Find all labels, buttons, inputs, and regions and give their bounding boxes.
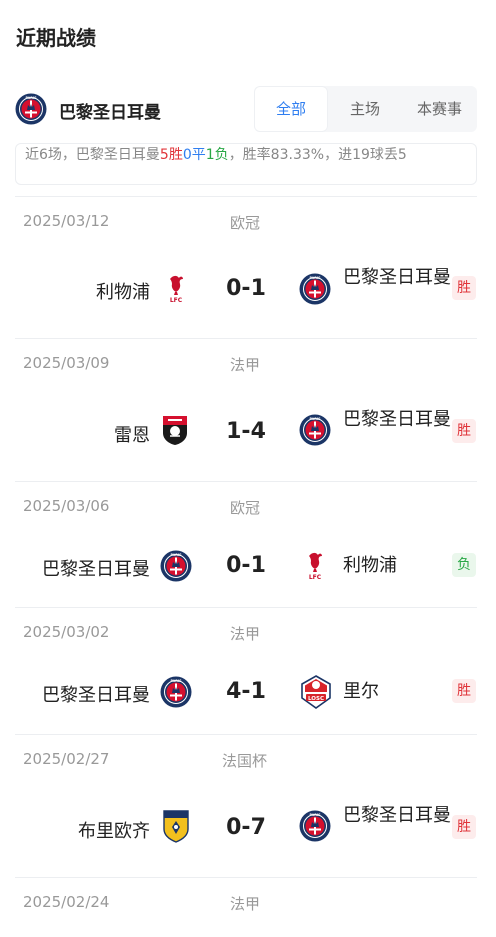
match-date: 2025/02/24 xyxy=(23,893,110,911)
record-summary: 近6场，巴黎圣日耳曼5胜0平1负，胜率83.33%，进19球丢5 xyxy=(15,143,477,185)
result-badge: 负 xyxy=(452,553,476,577)
psg-crest-icon: PARIS xyxy=(299,810,331,842)
psg-crest-icon: PARIS xyxy=(160,550,192,582)
match-score: 0-7 xyxy=(226,815,266,840)
filter-tabs: 全部 主场 本赛事 xyxy=(254,86,477,132)
summary-wins: 5胜 xyxy=(159,147,183,163)
svg-text:LFC: LFC xyxy=(170,297,183,304)
svg-text:PARIS: PARIS xyxy=(170,553,182,557)
match-row[interactable]: 2025/03/02 法甲 巴黎圣日耳曼 PARIS 4-1 LOSC 里尔 胜 xyxy=(15,607,477,734)
home-team-name: 巴黎圣日耳曼 xyxy=(42,685,150,706)
competition-label: 欧冠 xyxy=(230,499,261,517)
match-date: 2025/03/06 xyxy=(23,497,110,515)
match-date: 2025/02/27 xyxy=(23,750,110,768)
competition-label: 法甲 xyxy=(230,356,261,374)
svg-text:LFC: LFC xyxy=(309,574,322,581)
result-badge: 胜 xyxy=(452,815,476,839)
competition-label: 法国杯 xyxy=(222,752,268,770)
svg-text:PARIS: PARIS xyxy=(170,679,182,683)
match-score: 0-1 xyxy=(226,553,266,578)
away-team-name: 利物浦 xyxy=(343,555,397,576)
psg-crest-icon: PARIS xyxy=(299,414,331,446)
tab-this-competition[interactable]: 本赛事 xyxy=(402,86,477,132)
result-badge: 胜 xyxy=(452,419,476,443)
divider xyxy=(15,196,477,197)
match-row[interactable]: 2025/03/06 欧冠 巴黎圣日耳曼 PARIS 0-1 LFC 利物浦 负 xyxy=(15,481,477,607)
svg-text:PARIS: PARIS xyxy=(309,813,321,817)
away-team-name: 巴黎圣日耳曼 xyxy=(343,267,451,288)
competition-label: 法甲 xyxy=(230,625,261,643)
away-team-name: 巴黎圣日耳曼 xyxy=(343,805,451,826)
divider xyxy=(15,338,477,339)
match-row[interactable]: 2025/02/24 法甲 xyxy=(15,877,477,937)
result-badge: 胜 xyxy=(452,679,476,703)
home-team-name: 布里欧齐 xyxy=(78,821,150,842)
svg-text:PARIS: PARIS xyxy=(309,417,321,421)
summary-losses: 1负 xyxy=(205,147,229,163)
divider xyxy=(15,607,477,608)
away-team-name: 里尔 xyxy=(343,681,379,702)
team-header: PARIS 巴黎圣日耳曼 全部 主场 本赛事 xyxy=(15,86,477,132)
match-date: 2025/03/02 xyxy=(23,623,110,641)
rennes-crest-icon xyxy=(160,414,190,446)
psg-crest-icon: PARIS xyxy=(160,676,192,708)
summary-suffix: ，胜率83.33%，进19球丢5 xyxy=(228,147,407,163)
home-team-name: 利物浦 xyxy=(96,282,150,303)
home-team-name: 雷恩 xyxy=(114,425,150,446)
competition-label: 欧冠 xyxy=(230,214,261,232)
svg-text:PARIS: PARIS xyxy=(309,276,321,280)
divider xyxy=(15,877,477,878)
liverpool-crest-icon: LFC xyxy=(304,550,326,582)
tab-home[interactable]: 主场 xyxy=(328,86,402,132)
match-row[interactable]: 2025/02/27 法国杯 布里欧齐 0-7 PARIS 巴黎圣日耳曼 胜 xyxy=(15,734,477,877)
psg-crest-icon: PARIS xyxy=(15,93,47,125)
liverpool-crest-icon: LFC xyxy=(165,273,187,305)
result-badge: 胜 xyxy=(452,276,476,300)
home-team-name: 巴黎圣日耳曼 xyxy=(42,559,150,580)
divider xyxy=(15,481,477,482)
tab-all[interactable]: 全部 xyxy=(254,86,328,132)
svg-text:LOSC: LOSC xyxy=(308,696,324,702)
summary-prefix: 近6场，巴黎圣日耳曼 xyxy=(25,147,160,163)
away-team-name: 巴黎圣日耳曼 xyxy=(343,409,451,430)
page-title: 近期战绩 xyxy=(16,26,96,50)
competition-label: 法甲 xyxy=(230,895,261,913)
match-date: 2025/03/12 xyxy=(23,212,110,230)
summary-draws: 0平 xyxy=(182,147,206,163)
psg-crest-icon: PARIS xyxy=(299,273,331,305)
lille-crest-icon: LOSC xyxy=(299,675,333,709)
divider xyxy=(15,734,477,735)
briochin-crest-icon xyxy=(162,809,190,843)
svg-text:PARIS: PARIS xyxy=(25,96,37,100)
match-score: 4-1 xyxy=(226,679,266,704)
team-name: 巴黎圣日耳曼 xyxy=(59,103,161,123)
match-row[interactable]: 2025/03/12 欧冠 利物浦 LFC 0-1 PARIS 巴黎圣日耳曼 胜 xyxy=(15,196,477,338)
match-date: 2025/03/09 xyxy=(23,354,110,372)
match-row[interactable]: 2025/03/09 法甲 雷恩 1-4 PARIS 巴黎圣日耳曼 胜 xyxy=(15,338,477,481)
match-score: 1-4 xyxy=(226,419,266,444)
match-score: 0-1 xyxy=(226,276,266,301)
